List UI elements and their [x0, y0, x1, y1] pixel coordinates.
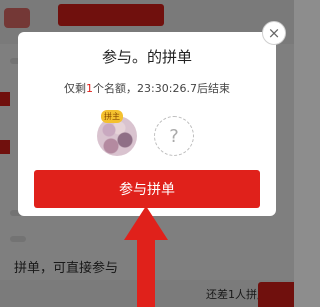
dialog-title: 参与。的拼单 [101, 48, 192, 66]
red-arrow-icon [124, 206, 168, 307]
empty-member-slot: ? [154, 116, 194, 156]
close-icon: × [267, 23, 281, 42]
dialog-subtitle: 仅剩1个名额，23:30:26.7后结束 [18, 80, 276, 96]
subtitle-prefix: 仅剩 [64, 82, 87, 95]
join-group-button-label: 参与拼单 [119, 182, 175, 198]
join-group-button[interactable]: 参与拼单 [34, 170, 260, 208]
question-mark-icon: ? [169, 125, 179, 147]
close-button[interactable]: × [262, 21, 286, 45]
remaining-count: 1 [86, 82, 94, 95]
subtitle-suffix: 个名额，23:30:26.7后结束 [93, 82, 230, 95]
leader-badge: 拼主 [101, 110, 123, 123]
